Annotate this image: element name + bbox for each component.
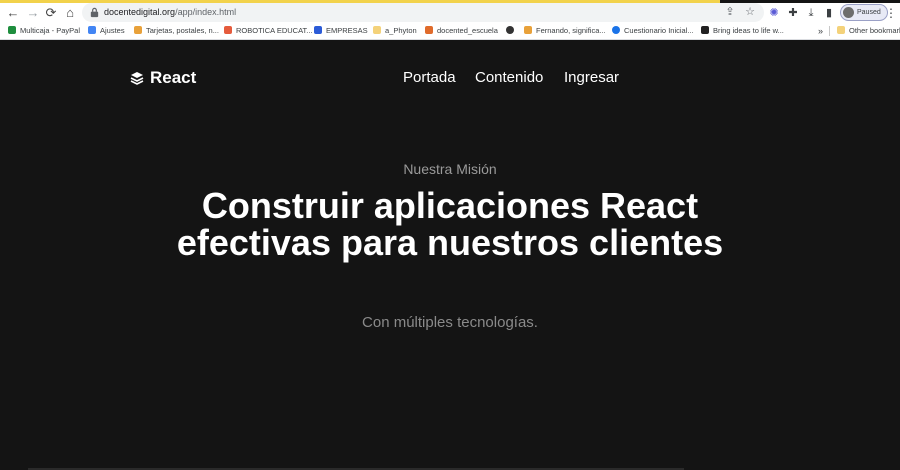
bookmark-item[interactable]: Ajustes <box>88 23 125 39</box>
bookmark-label: a_Phyton <box>385 26 417 35</box>
bookmark-label: Tarjetas, postales, n... <box>146 26 219 35</box>
bookmark-label: Cuestionario Inicial... <box>624 26 694 35</box>
bookmark-item[interactable]: Multicaja - PayPal <box>8 23 80 39</box>
bookmark-item[interactable]: EMPRESAS <box>314 23 368 39</box>
bookmark-item[interactable]: ROBOTICA EDUCAT... <box>224 23 313 39</box>
bookmark-favicon-icon <box>314 26 322 34</box>
bookmark-favicon-icon <box>701 26 709 34</box>
other-bookmarks[interactable]: Other bookmarks <box>837 23 900 39</box>
bookmark-label: docented_escuela <box>437 26 498 35</box>
nav-link-contenido[interactable]: Contenido <box>475 67 543 89</box>
page-content: React Portada Contenido Ingresar Nuestra… <box>0 41 900 470</box>
bookmark-folder-icon <box>373 26 381 34</box>
lock-icon <box>90 7 99 18</box>
share-icon[interactable]: ⇪ <box>722 3 738 22</box>
bookmark-label: Fernando, significa... <box>536 26 606 35</box>
menu-dots-icon[interactable]: ⋮ <box>884 3 898 23</box>
bookmark-favicon-icon <box>524 26 532 34</box>
home-icon[interactable]: ⌂ <box>61 3 79 23</box>
nav-link-ingresar[interactable]: Ingresar <box>564 67 619 89</box>
layers-icon <box>130 72 144 85</box>
folder-icon <box>837 26 845 34</box>
bookmark-item[interactable]: Cuestionario Inicial... <box>612 23 694 39</box>
bookmark-label: Bring ideas to life w... <box>713 26 784 35</box>
browser-toolbar: ← → ⟳ ⌂ docentedigital.org/app/index.htm… <box>0 3 900 23</box>
profile-button[interactable]: Paused <box>840 4 888 21</box>
bookmark-label: Ajustes <box>100 26 125 35</box>
bookmarks-overflow-button[interactable]: » <box>818 23 823 39</box>
logo-text: React <box>150 68 197 87</box>
bookmark-item[interactable] <box>506 23 518 39</box>
bookmark-favicon-icon <box>425 26 433 34</box>
side-panel-icon[interactable]: ▮ <box>821 4 837 22</box>
other-bookmarks-label: Other bookmarks <box>849 26 900 35</box>
bookmark-item[interactable]: Fernando, significa... <box>524 23 606 39</box>
hero-eyebrow: Nuestra Misión <box>403 161 497 177</box>
download-icon[interactable]: ⤓ <box>803 4 819 22</box>
globe-icon <box>506 26 514 34</box>
hero-subline: Con múltiples tecnologías. <box>362 314 538 331</box>
forward-arrow-icon[interactable]: → <box>24 3 42 23</box>
nav-link-portada[interactable]: Portada <box>403 67 456 89</box>
profile-status: Paused <box>857 9 881 16</box>
url-text: docentedigital.org/app/index.html <box>104 3 236 22</box>
extension-gear-icon[interactable]: ✺ <box>766 4 782 22</box>
url-path: /app/index.html <box>175 7 237 17</box>
bookmark-star-icon[interactable]: ☆ <box>742 3 758 22</box>
bookmark-favicon-icon <box>88 26 96 34</box>
bookmarks-bar: Multicaja - PayPal Ajustes Tarjetas, pos… <box>0 23 900 40</box>
bookmark-label: Multicaja - PayPal <box>20 26 81 35</box>
bookmarks-divider <box>829 26 830 36</box>
address-bar[interactable]: docentedigital.org/app/index.html ⇪ ☆ <box>82 3 764 22</box>
bookmark-item[interactable]: docented_escuela <box>425 23 498 39</box>
reload-icon[interactable]: ⟳ <box>42 3 60 23</box>
bookmark-label: EMPRESAS <box>326 26 368 35</box>
bookmark-label: ROBOTICA EDUCAT... <box>236 26 313 35</box>
bookmark-item[interactable]: Tarjetas, postales, n... <box>134 23 219 39</box>
back-arrow-icon[interactable]: ← <box>4 3 22 23</box>
bookmark-item[interactable]: Bring ideas to life w... <box>701 23 784 39</box>
bookmark-favicon-icon <box>134 26 142 34</box>
bookmark-favicon-icon <box>8 26 16 34</box>
bookmark-favicon-icon <box>224 26 232 34</box>
hero-headline: Construir aplicaciones React efectivas p… <box>176 185 724 263</box>
avatar <box>843 7 854 18</box>
bookmark-item[interactable]: a_Phyton <box>373 23 417 39</box>
url-host: docentedigital.org <box>104 7 176 17</box>
bookmark-favicon-icon <box>612 26 620 34</box>
extensions-puzzle-icon[interactable]: ✚ <box>785 4 801 22</box>
